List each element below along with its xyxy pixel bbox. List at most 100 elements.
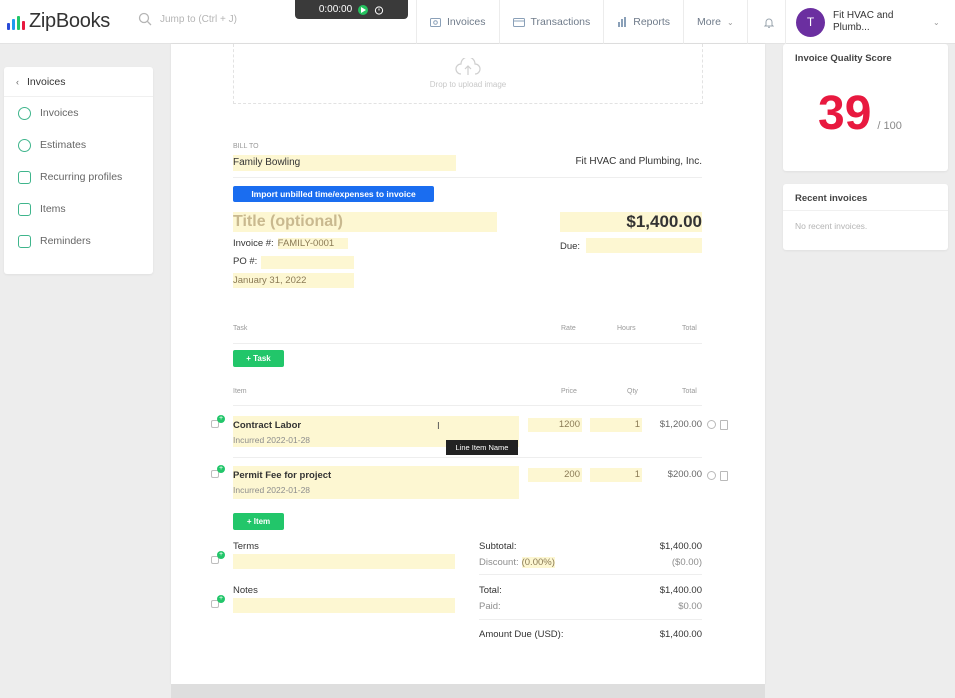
- nav-transactions[interactable]: Transactions: [498, 0, 604, 44]
- play-icon[interactable]: [358, 4, 369, 15]
- invoice-total: $1,400.00: [560, 212, 702, 232]
- line-item-qty[interactable]: 1: [590, 468, 642, 482]
- nav-invoices[interactable]: Invoices: [416, 0, 499, 44]
- row-handle-icon[interactable]: +: [211, 465, 225, 479]
- discount-label: Discount:: [479, 557, 519, 568]
- subtotal-value: $1,400.00: [659, 541, 702, 552]
- line-item-total: $200.00: [667, 469, 702, 480]
- invoice-number-label: Invoice #:: [233, 238, 274, 249]
- trash-icon[interactable]: [720, 420, 728, 430]
- discount-value: ($0.00): [671, 557, 702, 568]
- dropzone-text: Drop to upload image: [429, 80, 507, 89]
- add-item-button[interactable]: + Item: [233, 513, 284, 530]
- invoice-date-field[interactable]: January 31, 2022: [233, 273, 354, 288]
- terms-field[interactable]: [233, 554, 455, 569]
- nav-reports-label: Reports: [633, 16, 671, 28]
- text-cursor-icon: I: [437, 421, 440, 432]
- item-header: Item: [233, 388, 247, 395]
- top-bar: ZipBooks Jump to (Ctrl + J) 0:00:00 Invo…: [0, 0, 955, 44]
- amount-due-value: $1,400.00: [659, 629, 702, 640]
- chevron-left-icon: ‹: [16, 76, 19, 87]
- tooltip: Line Item Name: [446, 440, 518, 455]
- chevron-down-icon: ⌄: [933, 17, 940, 27]
- row-handle-icon[interactable]: +: [211, 595, 225, 609]
- recent-invoices-empty: No recent invoices.: [795, 221, 868, 231]
- notifications-button[interactable]: [746, 0, 790, 44]
- line-item-price[interactable]: 1200: [528, 418, 582, 432]
- due-date-field[interactable]: [586, 238, 702, 253]
- notes-label: Notes: [233, 585, 258, 596]
- invoice-icon: [430, 17, 441, 27]
- document-shadow: [171, 684, 765, 698]
- nav-reports[interactable]: Reports: [603, 0, 683, 44]
- po-label: PO #:: [233, 256, 258, 267]
- sidebar-item-recurring-profiles[interactable]: Recurring profiles: [4, 161, 153, 193]
- estimate-icon: [18, 138, 31, 152]
- line-item-price[interactable]: 200: [528, 468, 582, 482]
- quality-score-title: Invoice Quality Score: [795, 53, 892, 64]
- recent-invoices-card: Recent invoices No recent invoices.: [783, 184, 948, 250]
- timer-value: 0:00:00: [318, 4, 353, 15]
- divider: [479, 619, 702, 620]
- discount-row: Discount: (0.00%): [479, 557, 555, 568]
- subtotal-label: Subtotal:: [479, 541, 517, 552]
- sidebar-item-label: Recurring profiles: [40, 171, 123, 183]
- rate-header: Rate: [561, 325, 576, 332]
- back-to-invoices[interactable]: ‹ Invoices: [4, 67, 153, 97]
- hours-header: Hours: [617, 325, 636, 332]
- gear-icon[interactable]: [707, 420, 716, 429]
- sidebar-back-label: Invoices: [27, 75, 66, 88]
- notes-field[interactable]: [233, 598, 455, 613]
- trash-icon[interactable]: [720, 471, 728, 481]
- import-unbilled-button[interactable]: Import unbilled time/expenses to invoice: [233, 186, 434, 202]
- row-actions: [707, 420, 728, 430]
- row-handle-icon[interactable]: +: [211, 415, 225, 429]
- main-nav: Invoices Transactions Reports More ⌄: [416, 0, 790, 44]
- po-field[interactable]: [261, 256, 355, 269]
- quality-score-max: / 100: [877, 120, 902, 132]
- reports-icon: [618, 17, 627, 27]
- row-actions: [707, 471, 728, 481]
- total-value: $1,400.00: [659, 585, 702, 596]
- nav-more[interactable]: More ⌄: [683, 0, 747, 44]
- line-item-qty[interactable]: 1: [590, 418, 642, 432]
- search-bar[interactable]: Jump to (Ctrl + J): [138, 12, 237, 26]
- logo-dropzone[interactable]: Drop to upload image: [233, 44, 703, 104]
- invoice-number-field[interactable]: FAMILY-0001: [277, 238, 348, 249]
- time-tracker[interactable]: 0:00:00: [295, 0, 408, 19]
- stopwatch-icon[interactable]: [374, 5, 384, 15]
- reminder-icon: [18, 234, 31, 248]
- bell-icon: [763, 18, 774, 28]
- logo-bars-icon: [7, 16, 25, 30]
- amount-due-label: Amount Due (USD):: [479, 629, 564, 640]
- search-placeholder: Jump to (Ctrl + J): [160, 13, 237, 25]
- zipbooks-logo[interactable]: ZipBooks: [7, 10, 110, 33]
- due-label: Due:: [560, 241, 581, 252]
- sidebar-item-label: Estimates: [40, 139, 87, 151]
- gear-icon[interactable]: [707, 471, 716, 480]
- dollar-icon: [18, 106, 31, 120]
- sidebar-item-items[interactable]: Items: [4, 193, 153, 225]
- line-item-incurred: Incurred 2022-01-28: [233, 485, 311, 495]
- account-menu[interactable]: T Fit HVAC and Plumb... ⌄: [785, 0, 955, 44]
- row-handle-icon[interactable]: +: [211, 551, 225, 565]
- sidebar-item-label: Invoices: [40, 107, 79, 119]
- nav-invoices-label: Invoices: [447, 16, 486, 28]
- nav-more-label: More: [697, 16, 721, 28]
- price-header: Price: [561, 388, 577, 395]
- task-header: Task: [233, 325, 248, 332]
- sidebar-item-estimates[interactable]: Estimates: [4, 129, 153, 161]
- add-task-button[interactable]: + Task: [233, 350, 284, 367]
- title-input[interactable]: Title (optional): [233, 212, 497, 232]
- sidebar-item-reminders[interactable]: Reminders: [4, 225, 153, 257]
- line-item-name-field[interactable]: Permit Fee for project Incurred 2022-01-…: [233, 466, 519, 499]
- divider: [233, 457, 702, 458]
- sidebar-item-invoices[interactable]: Invoices: [4, 97, 153, 129]
- discount-percent[interactable]: (0.00%): [521, 557, 555, 568]
- items-icon: [18, 202, 31, 216]
- nav-transactions-label: Transactions: [530, 16, 591, 28]
- bill-to-field[interactable]: Family Bowling: [233, 155, 456, 171]
- divider: [233, 177, 702, 178]
- recent-invoices-title: Recent invoices: [783, 184, 948, 211]
- account-name: Fit HVAC and Plumb...: [833, 10, 894, 33]
